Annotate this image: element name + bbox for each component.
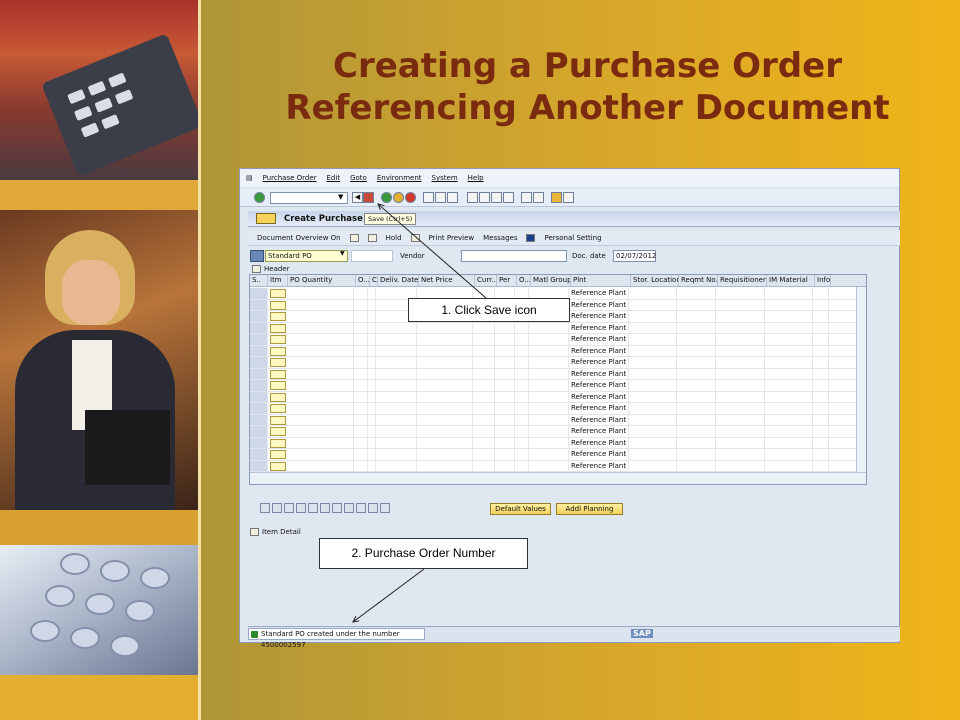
arrow-to-status: [353, 568, 425, 622]
callout-arrows: [0, 0, 487, 720]
arrow-to-save: [378, 204, 487, 299]
